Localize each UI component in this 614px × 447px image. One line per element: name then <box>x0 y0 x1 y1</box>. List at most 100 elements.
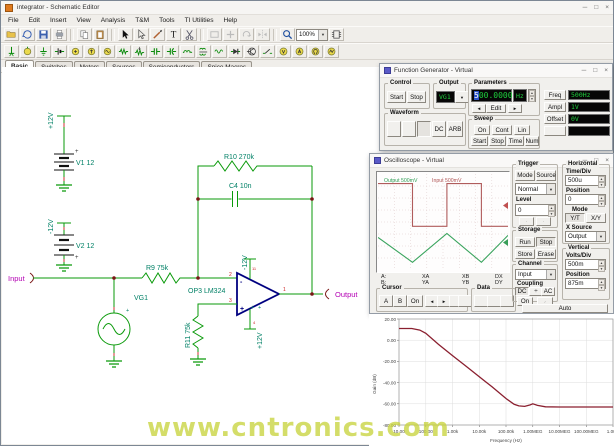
x-source-combo[interactable]: Output▼ <box>565 231 606 242</box>
trigger-level-input[interactable]: 0▲▼ <box>515 204 556 216</box>
channel-combo[interactable]: Input▼ <box>515 269 556 280</box>
vg1-source[interactable]: VG1 + <box>98 278 148 367</box>
menu-analysis[interactable]: Analysis <box>96 16 131 25</box>
copy-data-icon[interactable] <box>487 295 501 307</box>
fg-start-button[interactable]: Start <box>387 91 406 103</box>
menu-ti-utilities[interactable]: TI Utilities <box>180 16 219 25</box>
close-icon[interactable]: × <box>605 157 609 164</box>
pin-view-icon[interactable] <box>329 28 344 41</box>
sweep-start-button[interactable]: Start <box>471 136 488 146</box>
chevron-down-icon[interactable]: ▼ <box>318 30 327 40</box>
cursor-icon[interactable] <box>118 28 133 41</box>
cut-icon[interactable] <box>182 28 197 41</box>
minimize-icon[interactable]: ─ <box>583 4 588 11</box>
c4-capacitor[interactable]: C4 10n <box>198 183 312 207</box>
fg-prev-digit-button[interactable]: ◄ <box>472 104 486 113</box>
volts-div-input[interactable]: 500m▲▼ <box>565 259 606 270</box>
ammeter-icon[interactable] <box>292 45 307 58</box>
sweep-stop-button[interactable]: Stop <box>489 136 506 146</box>
polarized-capacitor-icon[interactable] <box>164 45 179 58</box>
open-icon[interactable] <box>4 28 19 41</box>
v2-battery[interactable]: -12V + V2 12 <box>48 219 94 271</box>
storage-run-button[interactable]: Run <box>515 237 535 247</box>
storage-stop-button[interactable]: Stop <box>536 237 556 247</box>
sweep-cont-button[interactable]: Cont <box>492 125 512 135</box>
trigger-mode-combo[interactable]: Normal▼ <box>515 183 556 195</box>
wire-pencil-icon[interactable] <box>150 28 165 41</box>
output-port[interactable]: Output <box>279 289 358 299</box>
cursor-y-marker-icon[interactable] <box>458 295 472 307</box>
zoom-rect-icon[interactable] <box>207 28 222 41</box>
sweep-time-button[interactable]: Time <box>507 136 524 146</box>
switch-icon[interactable] <box>260 45 275 58</box>
diode-icon[interactable] <box>228 45 243 58</box>
voltmeter-icon[interactable] <box>276 45 291 58</box>
input-position-marker[interactable] <box>503 202 508 209</box>
rotate-icon[interactable] <box>239 28 254 41</box>
function-generator-titlebar[interactable]: Function Generator - Virtual ─ □ × <box>380 64 612 78</box>
fg-stop-button[interactable]: Stop <box>407 91 426 103</box>
menu-tm[interactable]: T&M <box>130 16 154 25</box>
storage-erase-button[interactable]: Erase <box>536 249 556 259</box>
coupling-ac-button[interactable]: AC <box>541 287 555 296</box>
maximize-icon[interactable]: □ <box>594 4 598 11</box>
triangle-wave-icon[interactable] <box>402 121 416 137</box>
jumper-icon[interactable] <box>4 45 19 58</box>
sine-wave-icon[interactable] <box>387 121 401 137</box>
reload-icon[interactable] <box>20 28 35 41</box>
battery-icon[interactable] <box>52 45 67 58</box>
opamp-op3[interactable]: - + + + 2 3 1 OP3 LM324 11 -12V 4 +12V <box>188 255 286 349</box>
fg-output-dropdown[interactable]: ▼ <box>455 91 469 103</box>
sweep-num-button[interactable]: Num <box>525 136 539 146</box>
magnifier-icon[interactable] <box>280 28 295 41</box>
time-div-input[interactable]: 500u▲▼ <box>565 175 606 186</box>
sweep-lin-button[interactable]: Lin <box>514 125 530 135</box>
cursor-on-button[interactable]: On <box>407 295 423 307</box>
menu-insert[interactable]: Insert <box>45 16 72 25</box>
copy-icon[interactable] <box>77 28 92 41</box>
trigger-source-button[interactable]: Source <box>536 170 556 181</box>
minimize-icon[interactable]: ─ <box>582 67 587 74</box>
transistor-icon[interactable] <box>244 45 259 58</box>
cursor-a-button[interactable]: A <box>379 295 393 307</box>
mirror-icon[interactable] <box>255 28 270 41</box>
inductor-icon[interactable] <box>180 45 195 58</box>
ampl-readout-label[interactable]: Ampl <box>544 102 566 112</box>
ohmmeter-icon[interactable] <box>308 45 323 58</box>
auto-button[interactable]: Auto <box>522 304 608 313</box>
falling-edge-icon[interactable] <box>536 217 551 226</box>
capacitor-icon[interactable] <box>148 45 163 58</box>
rising-edge-icon[interactable] <box>519 217 534 226</box>
sweep-on-button[interactable]: On <box>474 125 490 135</box>
signal-source-icon[interactable] <box>212 45 227 58</box>
fg-next-digit-button[interactable]: ► <box>508 104 522 113</box>
maximize-icon[interactable]: □ <box>593 67 597 74</box>
transformer-icon[interactable] <box>196 45 211 58</box>
print-icon[interactable] <box>52 28 67 41</box>
menu-view[interactable]: View <box>72 16 96 25</box>
offset-readout-label[interactable]: Offset <box>544 114 566 124</box>
menu-file[interactable]: File <box>3 16 24 25</box>
r9-resistor[interactable]: R9 75k <box>114 265 198 283</box>
text-icon[interactable]: T <box>166 28 181 41</box>
close-icon[interactable]: × <box>605 4 609 11</box>
resistor-icon[interactable] <box>116 45 131 58</box>
save-icon[interactable] <box>36 28 51 41</box>
mode-yt-button[interactable]: Y/T <box>565 213 585 223</box>
cursor-b-button[interactable]: B <box>393 295 407 307</box>
input-port[interactable]: Input <box>8 273 114 283</box>
trigger-mode-button[interactable]: Mode <box>515 170 535 181</box>
h-position-input[interactable]: 0▲▼ <box>565 194 606 205</box>
v-position-input[interactable]: 875m▲▼ <box>565 278 606 289</box>
menu-edit[interactable]: Edit <box>24 16 45 25</box>
current-source-icon[interactable] <box>84 45 99 58</box>
mode-xy-button[interactable]: X/Y <box>586 213 606 223</box>
potentiometer-icon[interactable] <box>132 45 147 58</box>
fg-frequency-spinner[interactable]: ▲▼ <box>528 89 536 102</box>
export-data-icon[interactable] <box>474 295 488 307</box>
generator-icon[interactable] <box>100 45 115 58</box>
r11-resistor[interactable]: R11 75k <box>185 304 237 365</box>
freq-readout-label[interactable]: Freq <box>544 90 566 100</box>
select-icon[interactable] <box>134 28 149 41</box>
ground-icon[interactable] <box>36 45 51 58</box>
